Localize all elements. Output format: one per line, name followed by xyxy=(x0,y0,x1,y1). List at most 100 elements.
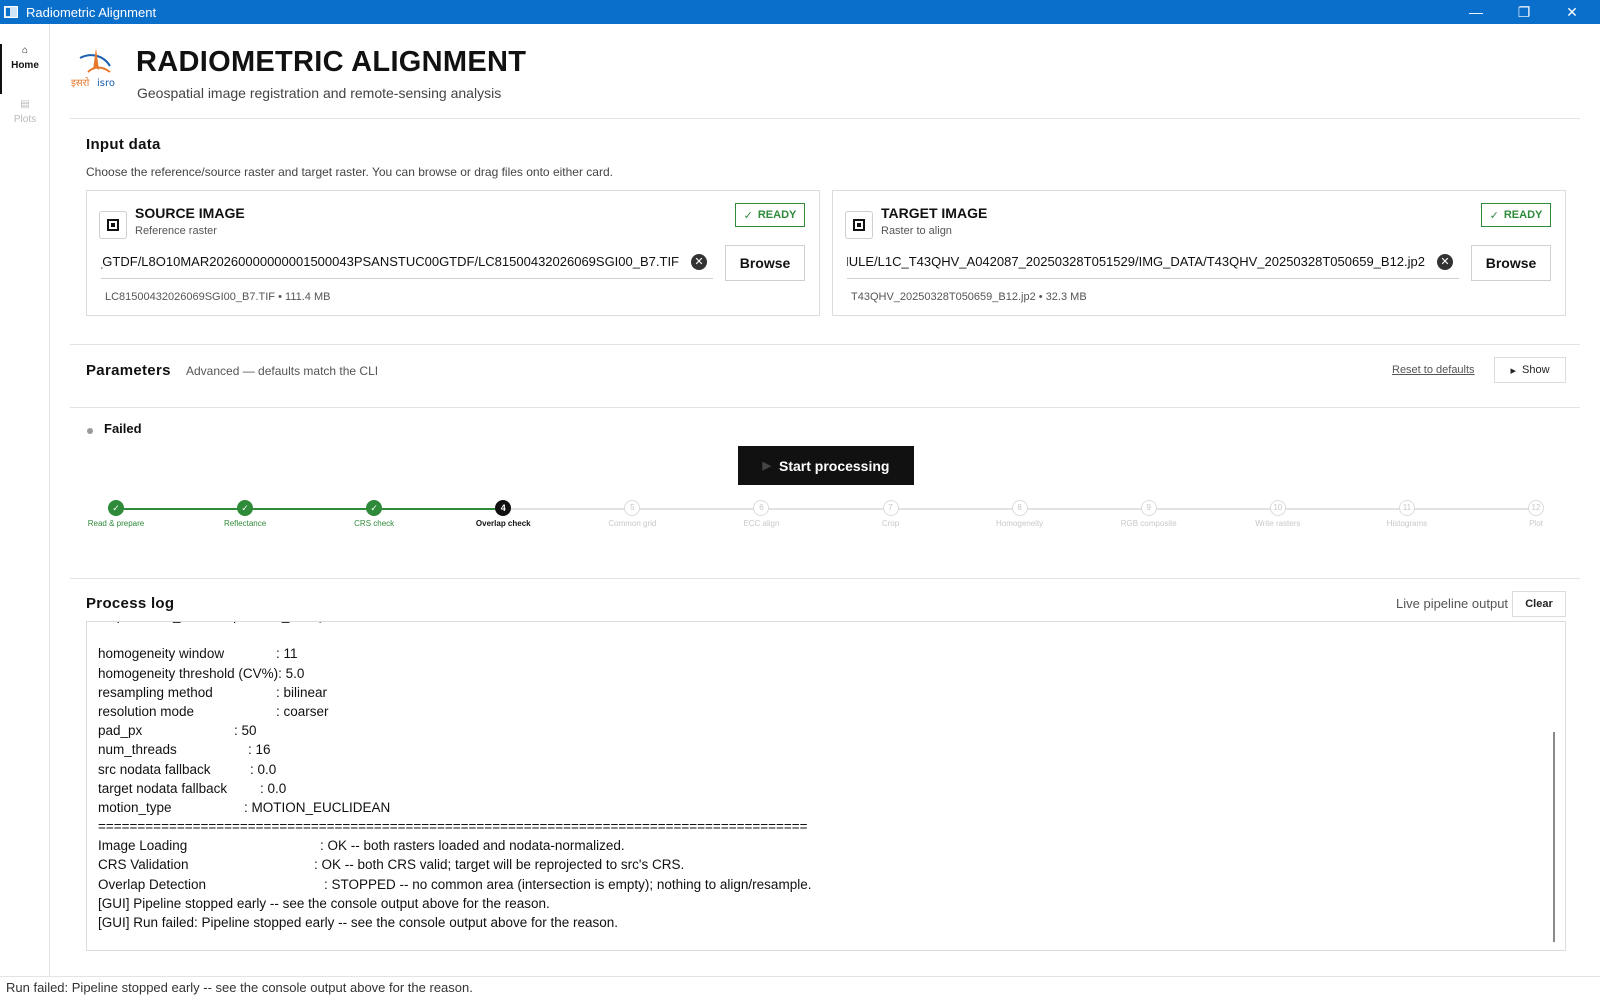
source-browse-button[interactable]: Browse xyxy=(725,245,805,281)
isro-logo: इसरो isro xyxy=(71,48,115,89)
log-key: resampling method xyxy=(98,684,213,700)
clear-log-button[interactable]: Clear xyxy=(1512,591,1566,617)
app-icon xyxy=(4,6,18,18)
step-label: RGB composite xyxy=(1120,519,1177,528)
log-value: : 0.0 xyxy=(260,780,287,796)
clear-circle-icon[interactable]: ✕ xyxy=(691,254,707,270)
step-number: 11 xyxy=(1398,500,1415,516)
check-icon: ✓ xyxy=(108,500,124,516)
log-key: ========================================… xyxy=(98,819,808,835)
source-subtitle: Reference raster xyxy=(135,225,217,237)
source-path-field[interactable]: C2L1TP_GTDF/L8O10MAR20260000000001500043… xyxy=(101,245,713,279)
step-label: Reflectance xyxy=(223,519,267,528)
meta-separator: • xyxy=(1038,291,1046,303)
log-line: pad_px: 50 xyxy=(98,721,811,740)
restore-icon[interactable]: ❐ xyxy=(1500,0,1548,24)
step-number: 5 xyxy=(624,500,641,516)
step-item: 5 Common grid xyxy=(567,500,697,528)
log-line: ========================================… xyxy=(98,817,811,836)
meta-separator: • xyxy=(278,291,286,303)
step-label: Plot xyxy=(1529,519,1543,528)
status-dot xyxy=(87,428,93,434)
image-icon xyxy=(845,211,873,239)
log-key: homogeneity threshold (CV%) xyxy=(98,665,279,681)
title-bar: Radiometric Alignment — ❐ ✕ xyxy=(0,0,1600,24)
log-key: pad_px xyxy=(98,723,143,739)
log-value: : bilinear xyxy=(276,684,328,700)
step-item: 8 Homogeneity xyxy=(955,500,1085,528)
target-path-value[interactable]: S2A_MSIL1C/GRANULE/L1C_T43QHV_A042087_20… xyxy=(847,254,1425,269)
check-icon: ✓ xyxy=(1489,209,1499,222)
log-key: resolution mode xyxy=(98,703,195,719)
window-title: Radiometric Alignment xyxy=(26,4,157,20)
target-ready-badge: ✓ READY xyxy=(1481,203,1551,227)
source-path-value[interactable]: C2L1TP_GTDF/L8O10MAR20260000000001500043… xyxy=(101,254,679,269)
target-path-field[interactable]: S2A_MSIL1C/GRANULE/L1C_T43QHV_A042087_20… xyxy=(847,245,1459,279)
log-line: [GUI] Pipeline stopped early -- see the … xyxy=(98,894,811,913)
log-key: Overlap Detection xyxy=(98,876,207,892)
reset-defaults-link[interactable]: Reset to defaults xyxy=(1392,364,1475,376)
clear-circle-icon[interactable]: ✕ xyxy=(1437,254,1453,270)
log-value: : ..._2025\outputs\run_T43QHV xyxy=(154,622,342,625)
nav-plots[interactable]: ▤ Plots xyxy=(0,98,50,125)
log-line: homogeneity threshold (CV%): 5.0 xyxy=(98,664,811,683)
log-value: : coarser xyxy=(276,703,329,719)
nav-home[interactable]: ⌂ Home xyxy=(0,44,50,94)
show-label: Show xyxy=(1522,364,1550,376)
log-line: CRS Validation: OK -- both CRS valid; ta… xyxy=(98,855,811,874)
step-item: 9 RGB composite xyxy=(1084,500,1214,528)
start-processing-button[interactable]: ▶ Start processing xyxy=(738,446,914,485)
step-number: 10 xyxy=(1269,500,1286,516)
log-key: [GUI] Run failed: Pipeline stopped early… xyxy=(98,915,619,930)
home-icon: ⌂ xyxy=(21,45,29,56)
divider xyxy=(70,407,1580,408)
step-label: Homogeneity xyxy=(996,519,1044,528)
log-line: resampling method : bilinear xyxy=(98,683,811,702)
target-title: TARGET IMAGE xyxy=(881,205,988,221)
divider xyxy=(70,578,1580,579)
target-subtitle: Raster to align xyxy=(881,225,952,237)
target-browse-button[interactable]: Browse xyxy=(1471,245,1551,281)
close-icon[interactable]: ✕ xyxy=(1548,0,1596,24)
svg-text:isro: isro xyxy=(97,78,115,89)
step-number: 12 xyxy=(1528,500,1544,516)
show-parameters-button[interactable]: ▸ Show xyxy=(1494,357,1566,383)
play-icon: ▶ xyxy=(762,460,771,472)
source-title: SOURCE IMAGE xyxy=(135,205,245,221)
step-label: Overlap check xyxy=(475,519,531,528)
page-subtitle: Geospatial image registration and remote… xyxy=(137,85,502,101)
target-card[interactable]: TARGET IMAGE Raster to align ✓ READY S2A… xyxy=(832,190,1566,316)
minimize-icon[interactable]: — xyxy=(1452,0,1500,24)
log-line: homogeneity window: 11 xyxy=(98,644,811,663)
image-icon xyxy=(99,211,127,239)
log-line: motion_type: MOTION_EUCLIDEAN xyxy=(98,798,811,817)
log-value: : STOPPED -- no common area (intersectio… xyxy=(324,876,812,892)
step-label: CRS check xyxy=(354,519,395,528)
log-title: Process log xyxy=(86,595,175,612)
page-title: RADIOMETRIC ALIGNMENT xyxy=(136,46,527,78)
step-label: Write rasters xyxy=(1255,519,1301,528)
step-label: Read & prepare xyxy=(87,519,145,528)
check-icon: ✓ xyxy=(366,500,383,516)
parameters-title: Parameters xyxy=(86,362,171,379)
log-scrollbar[interactable] xyxy=(1553,732,1555,942)
log-value: : 11 xyxy=(276,646,298,662)
step-item: 12 Plot xyxy=(1471,500,1600,528)
run-status: Failed xyxy=(104,421,142,436)
log-line: [GUI] Run failed: Pipeline stopped early… xyxy=(98,913,811,932)
log-line: num_threads: 16 xyxy=(98,740,811,759)
log-live-label: Live pipeline output xyxy=(1396,596,1509,611)
step-item: 6 ECC align xyxy=(696,500,826,528)
parameters-subtitle: Advanced — defaults match the CLI xyxy=(186,364,379,378)
target-file-meta: T43QHV_20250328T050659_B12.jp2 • 32.3 MB xyxy=(851,291,1087,303)
log-key: Image Loading xyxy=(98,838,188,854)
source-file-name: LC81500432026069SGI00_B7.TIF xyxy=(105,291,276,303)
status-bar: Run failed: Pipeline stopped early -- se… xyxy=(0,976,1600,1000)
source-card[interactable]: SOURCE IMAGE Reference raster ✓ READY C2… xyxy=(86,190,820,316)
step-number: 6 xyxy=(753,500,770,516)
source-file-size: 111.4 MB xyxy=(285,291,331,303)
process-log[interactable]: output dir: ..._2025\outputs\run_T43QHVh… xyxy=(86,621,1566,951)
step-number: 7 xyxy=(882,500,899,516)
divider xyxy=(70,118,1580,119)
log-key: CRS Validation xyxy=(98,857,189,873)
